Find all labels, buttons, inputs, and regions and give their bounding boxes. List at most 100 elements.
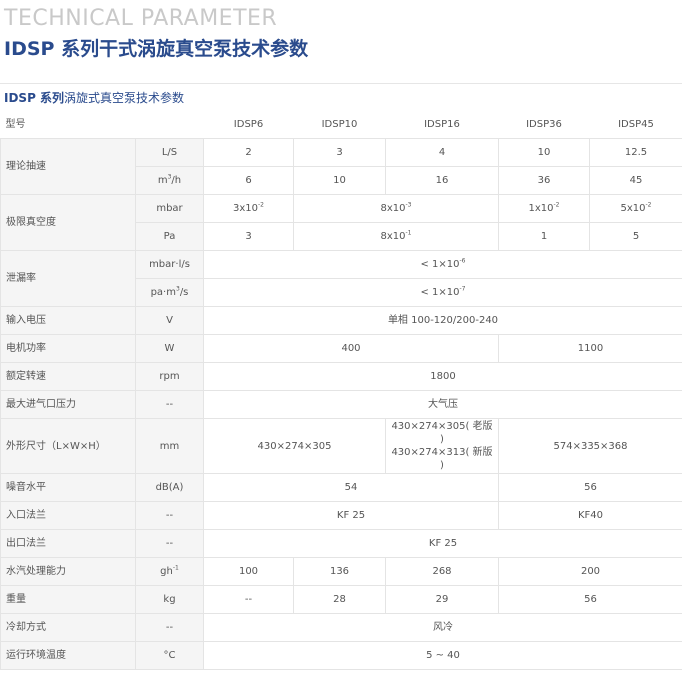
model-idsp16: IDSP16	[385, 110, 499, 139]
unit-cell: pa·m3/s	[135, 278, 204, 307]
section-title-english: TECHNICAL PARAMETER	[4, 6, 278, 31]
value-cell: 8x10-3	[293, 194, 499, 223]
value-cell: 100	[203, 557, 294, 586]
value-cell: 1100	[498, 334, 682, 363]
table-row: 极限真空度 mbar 3x10-2 8x10-3 1x10-2 5x10-2	[0, 194, 682, 251]
value-cell: 10	[498, 138, 590, 167]
value-cell: 56	[498, 473, 682, 502]
model-idsp36: IDSP36	[498, 110, 590, 139]
value-cell: 200	[498, 557, 682, 586]
row-label-leak: 泄漏率	[0, 250, 136, 307]
spec-table: 型号 IDSP6 IDSP10 IDSP16 IDSP36 IDSP45 理论抽…	[0, 110, 682, 670]
row-label-vacuum: 极限真空度	[0, 194, 136, 251]
divider	[0, 83, 682, 84]
row-label-voltage: 输入电压	[0, 306, 136, 335]
unit-cell: mbar	[135, 194, 204, 223]
value-cell: 3	[203, 222, 294, 251]
table-header-row: 型号 IDSP6 IDSP10 IDSP16 IDSP36 IDSP45	[0, 110, 682, 139]
unit-cell: gh-1	[135, 557, 204, 586]
model-idsp10: IDSP10	[293, 110, 386, 139]
row-label-water: 水汽处理能力	[0, 557, 136, 586]
value-cell: 风冷	[203, 613, 682, 642]
row-label-rpm: 额定转速	[0, 362, 136, 391]
unit-cell: --	[135, 390, 204, 419]
value-cell: 6	[203, 166, 294, 195]
value-cell: 54	[203, 473, 499, 502]
value-cell: 268	[385, 557, 499, 586]
dims-old: 430×274×305( 老版 )	[391, 421, 493, 445]
value-cell: 大气压	[203, 390, 682, 419]
value-cell: < 1×10-6	[203, 250, 682, 279]
unit-cell: --	[135, 613, 204, 642]
table-row: 冷却方式 -- 风冷	[0, 613, 682, 642]
section-title-chinese: IDSP 系列干式涡旋真空泵技术参数	[4, 38, 309, 60]
row-label-weight: 重量	[0, 585, 136, 614]
unit-cell: m3/h	[135, 166, 204, 195]
value-cell: 4	[385, 138, 499, 167]
model-header: 型号	[0, 110, 204, 139]
row-label-noise: 噪音水平	[0, 473, 136, 502]
table-row: 出口法兰 -- KF 25	[0, 529, 682, 558]
value-cell: 1x10-2	[498, 194, 590, 223]
value-cell: 574×335×368	[498, 418, 682, 474]
unit-cell: Pa	[135, 222, 204, 251]
unit-cell: L/S	[135, 138, 204, 167]
table-row: 电机功率 W 400 1100	[0, 334, 682, 363]
unit-cell: dB(A)	[135, 473, 204, 502]
unit-cell: kg	[135, 585, 204, 614]
row-label-speed: 理论抽速	[0, 138, 136, 195]
table-row: 最大进气口压力 -- 大气压	[0, 390, 682, 419]
row-label-temperature: 运行环境温度	[0, 641, 136, 670]
value-cell: 56	[498, 585, 682, 614]
value-cell: 45	[589, 166, 682, 195]
value-cell: 36	[498, 166, 590, 195]
value-cell: KF 25	[203, 529, 682, 558]
table-row: 外形尺寸（L×W×H） mm 430×274×305 430×274×305( …	[0, 418, 682, 474]
value-cell: 5x10-2	[589, 194, 682, 223]
table-row: 噪音水平 dB(A) 54 56	[0, 473, 682, 502]
unit-cell: rpm	[135, 362, 204, 391]
table-row: 运行环境温度 °C 5 ~ 40	[0, 641, 682, 670]
value-cell: KF 25	[203, 501, 499, 530]
value-cell: 400	[203, 334, 499, 363]
value-cell: 1	[498, 222, 590, 251]
unit-cell: V	[135, 306, 204, 335]
value-cell: 10	[293, 166, 386, 195]
model-idsp45: IDSP45	[589, 110, 682, 139]
value-cell: 3x10-2	[203, 194, 294, 223]
table-row: 理论抽速 L/S 2 3 4 10 12.5	[0, 138, 682, 195]
value-cell: 430×274×305( 老版 ) 430×274×313( 新版 )	[385, 418, 499, 474]
value-cell: 136	[293, 557, 386, 586]
value-cell: < 1×10-7	[203, 278, 682, 307]
table-row: 重量 kg -- 28 29 56	[0, 585, 682, 614]
value-cell: 12.5	[589, 138, 682, 167]
value-cell: --	[203, 585, 294, 614]
row-label-inlet: 入口法兰	[0, 501, 136, 530]
table-row: 输入电压 V 单相 100-120/200-240	[0, 306, 682, 335]
table-row: 水汽处理能力 gh-1 100 136 268 200	[0, 557, 682, 586]
table-row: 入口法兰 -- KF 25 KF40	[0, 501, 682, 530]
model-idsp6: IDSP6	[203, 110, 294, 139]
dims-new: 430×274×313( 新版 )	[391, 447, 493, 471]
value-cell: 29	[385, 585, 499, 614]
unit-cell: °C	[135, 641, 204, 670]
value-cell: 8x10-1	[293, 222, 499, 251]
unit-cell: mm	[135, 418, 204, 474]
value-cell: 1800	[203, 362, 682, 391]
table-title-series: IDSP 系列	[4, 91, 65, 105]
value-cell: 5 ~ 40	[203, 641, 682, 670]
unit-cell: --	[135, 529, 204, 558]
row-label-power: 电机功率	[0, 334, 136, 363]
table-row: 泄漏率 mbar·l/s < 1×10-6	[0, 250, 682, 307]
unit-cell: mbar·l/s	[135, 250, 204, 279]
row-label-dimensions: 外形尺寸（L×W×H）	[0, 418, 136, 474]
value-cell: 2	[203, 138, 294, 167]
row-label-inlet-pressure: 最大进气口压力	[0, 390, 136, 419]
value-cell: 430×274×305	[203, 418, 386, 474]
table-row: 额定转速 rpm 1800	[0, 362, 682, 391]
unit-cell: --	[135, 501, 204, 530]
table-title-text: 涡旋式真空泵技术参数	[64, 91, 185, 105]
value-cell: 5	[589, 222, 682, 251]
unit-cell: W	[135, 334, 204, 363]
row-label-cooling: 冷却方式	[0, 613, 136, 642]
